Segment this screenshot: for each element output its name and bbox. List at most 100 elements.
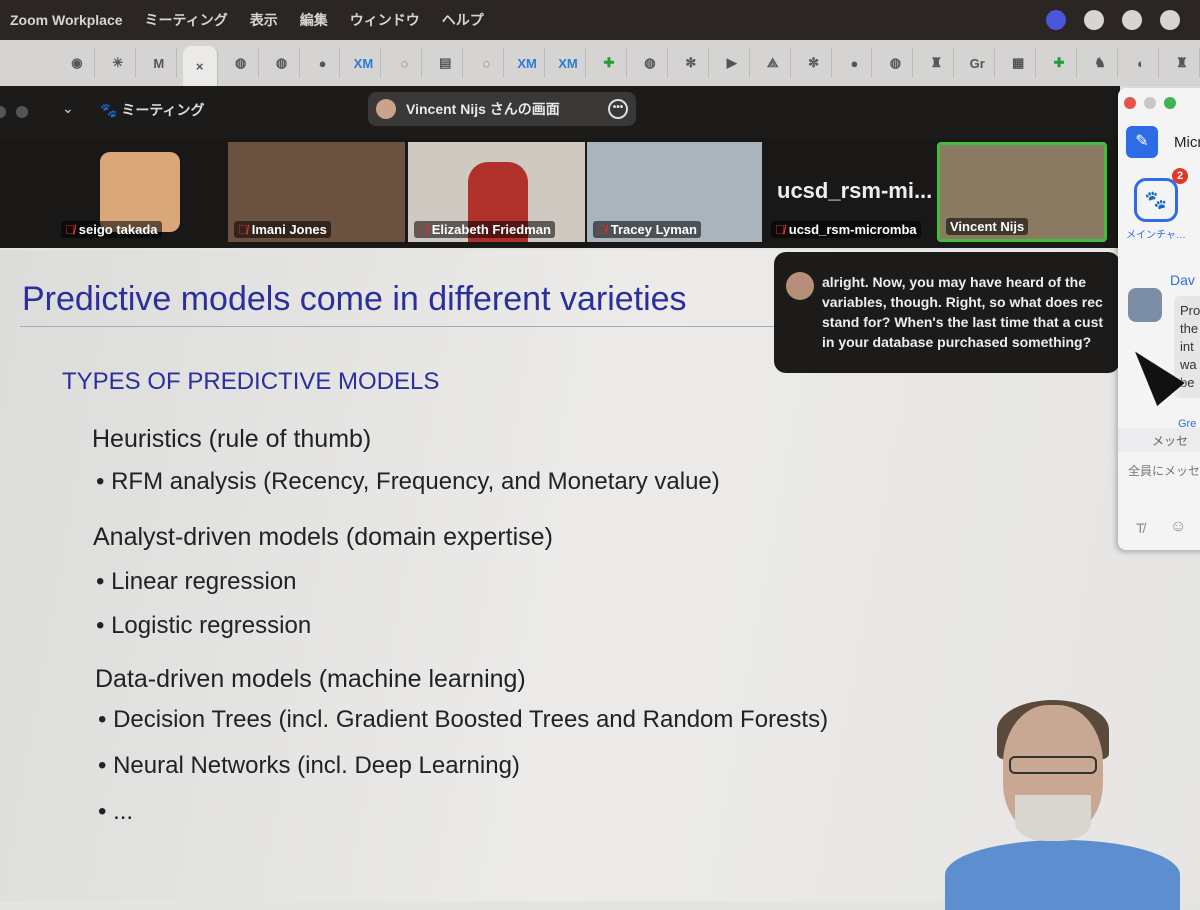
browser-tab[interactable]: ▦ <box>1001 48 1037 78</box>
browser-tab[interactable]: ● <box>306 48 341 78</box>
presenter-video <box>945 700 1180 910</box>
participant-tile[interactable]: ucsd_rsm-mi... 🎙̸ ucsd_rsm-micromba <box>765 142 935 242</box>
browser-tab[interactable]: ◍ <box>878 48 914 78</box>
menu-bar: Zoom Workplace ミーティング 表示 編集 ウィンドウ ヘルプ <box>0 0 1200 40</box>
participant-name: seigo takada <box>78 222 158 237</box>
browser-tab[interactable]: ◉ <box>60 48 95 78</box>
participant-name: Vincent Nijs <box>950 219 1025 234</box>
line-status-icon[interactable] <box>1084 10 1104 30</box>
section-heading: Data-driven models (machine learning) <box>95 665 526 693</box>
speaker-avatar <box>786 272 814 300</box>
slide-subtitle: TYPES OF PREDICTIVE MODELS <box>62 368 440 395</box>
close-dot[interactable] <box>0 106 6 118</box>
avatar <box>100 152 180 232</box>
browser-tab[interactable]: ✳ <box>101 48 136 78</box>
status-icons <box>1046 10 1180 30</box>
participant-name: Imani Jones <box>251 222 327 237</box>
participant-label: 🎙̸ Elizabeth Friedman <box>414 221 555 238</box>
participant-tile[interactable]: 🎙̸ Elizabeth Friedman <box>408 142 585 242</box>
cc-status-icon[interactable] <box>1122 10 1142 30</box>
meeting-menu[interactable]: 🐾 ミーティング <box>100 100 205 120</box>
browser-tab[interactable]: ▶ <box>715 48 750 78</box>
browser-tab[interactable]: ✚ <box>1042 48 1078 78</box>
browser-tab[interactable]: ◌ <box>387 48 423 78</box>
main-channel-button[interactable]: 🐾 <box>1134 178 1178 222</box>
browser-tab[interactable]: ✚ <box>592 48 627 78</box>
zoom-window-button[interactable] <box>1164 97 1176 109</box>
browser-tab[interactable]: ♞ <box>1083 48 1118 78</box>
window-status-icon[interactable] <box>1160 10 1180 30</box>
title-divider <box>20 326 780 327</box>
chat-title: Micr <box>1174 134 1200 151</box>
caption-line: variables, though. Right, so what does r… <box>822 294 1103 310</box>
chevron-down-icon[interactable]: ⌄ <box>62 100 74 117</box>
browser-tab[interactable]: Gr <box>960 48 996 78</box>
min-dot[interactable] <box>16 106 28 118</box>
browser-tab[interactable]: × <box>182 46 218 86</box>
chat-input[interactable]: 全員にメッセ <box>1128 462 1200 479</box>
browser-tab[interactable]: ▤ <box>428 48 464 78</box>
browser-tab[interactable]: XM <box>510 48 546 78</box>
unread-badge: 2 <box>1172 168 1188 184</box>
member-bar-label: メッセ <box>1152 434 1189 448</box>
presenter-shirt <box>945 840 1180 910</box>
presenter-beard <box>1015 795 1091 841</box>
meeting-label: ミーティング <box>121 102 205 118</box>
close-window-button[interactable] <box>1124 97 1136 109</box>
participant-label: 🎙̸ ucsd_rsm-micromba <box>771 221 921 238</box>
participant-tile-active-speaker[interactable]: Vincent Nijs <box>937 142 1107 242</box>
menu-help[interactable]: ヘルプ <box>442 10 484 30</box>
bullet-item: Neural Networks (incl. Deep Learning) <box>98 752 520 780</box>
browser-tab[interactable]: ◌ <box>469 48 505 78</box>
participant-tile[interactable]: 🎙̸ Tracey Lyman <box>587 142 762 242</box>
slide-title: Predictive models come in different vari… <box>22 280 687 318</box>
screen-share-indicator[interactable]: Vincent Nijs さんの画面 ••• <box>368 92 636 126</box>
browser-tab[interactable]: ◍ <box>224 48 259 78</box>
emoji-icon[interactable]: ☺ <box>1170 518 1186 536</box>
menu-edit[interactable]: 編集 <box>300 10 328 30</box>
caption-line: stand for? When's the last time that a c… <box>822 314 1104 330</box>
participant-tile[interactable]: 🎙̸ seigo takada <box>55 142 215 242</box>
bullet-item: ... <box>98 798 133 826</box>
menu-app-name[interactable]: Zoom Workplace <box>10 12 123 28</box>
participant-tile[interactable]: 🎙̸ Imani Jones <box>228 142 405 242</box>
menu-meeting[interactable]: ミーティング <box>145 10 228 30</box>
browser-tab[interactable]: ♜ <box>919 48 955 78</box>
section-heading: Analyst-driven models (domain expertise) <box>93 523 553 551</box>
browser-tab[interactable]: ◐ <box>1124 48 1159 78</box>
mic-muted-icon: 🎙̸ <box>418 222 428 237</box>
browser-tab[interactable]: ◍ <box>265 48 300 78</box>
compose-icon[interactable]: ✎ <box>1126 126 1158 158</box>
member-bar[interactable]: メッセ <box>1118 428 1200 452</box>
participant-label: Vincent Nijs <box>946 218 1029 235</box>
zoom-header: ⌄ 🐾 ミーティング Vincent Nijs さんの画面 ••• <box>0 86 1120 138</box>
browser-tab[interactable]: ⟁ <box>756 48 791 78</box>
channel-label: メインチャ… <box>1126 230 1186 241</box>
browser-tab[interactable]: ◍ <box>633 48 668 78</box>
caption-line: alright. Now, you may have heard of the <box>822 274 1086 290</box>
browser-tab[interactable]: ✼ <box>797 48 832 78</box>
more-options-icon[interactable]: ••• <box>608 99 628 119</box>
browser-tab[interactable]: ♜ <box>1165 48 1200 78</box>
caption-line: in your database purchased something? <box>822 334 1092 350</box>
menu-window[interactable]: ウィンドウ <box>350 10 420 30</box>
format-icon[interactable]: T̸ <box>1136 520 1145 536</box>
zoom-status-icon[interactable] <box>1046 10 1066 30</box>
participant-label: 🎙̸ Tracey Lyman <box>593 221 701 238</box>
presenter-avatar <box>376 99 396 119</box>
mic-muted-icon: 🎙̸ <box>775 222 785 237</box>
browser-tab[interactable]: XM <box>551 48 586 78</box>
video-strip: 🎙̸ seigo takada 🎙̸ Imani Jones 🎙̸ Elizabeth… <box>0 138 1118 248</box>
bullet-item: RFM analysis (Recency, Frequency, and Mo… <box>96 468 720 496</box>
participant-label: 🎙̸ seigo takada <box>61 221 162 238</box>
participant-name: Elizabeth Friedman <box>431 222 551 237</box>
browser-tab[interactable]: ● <box>838 48 873 78</box>
browser-tab[interactable]: M <box>142 48 177 78</box>
bullet-item: Decision Trees (incl. Gradient Boosted T… <box>98 706 828 734</box>
mic-muted-icon: 🎙̸ <box>238 222 248 237</box>
browser-tab[interactable]: XM <box>346 48 382 78</box>
sender-avatar <box>1128 288 1162 322</box>
browser-tab[interactable]: ✼ <box>674 48 709 78</box>
minimize-window-button[interactable] <box>1144 97 1156 109</box>
menu-view[interactable]: 表示 <box>250 10 278 30</box>
